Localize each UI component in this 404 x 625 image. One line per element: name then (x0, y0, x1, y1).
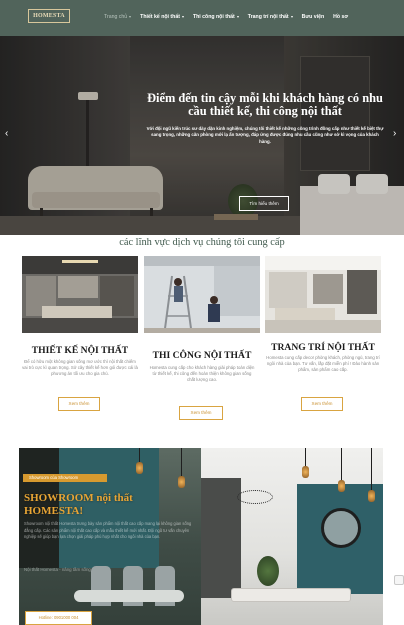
pendant-lamp (178, 476, 185, 488)
service-card-title: THIẾT KẾ NỘI THẤT (31, 345, 129, 356)
pendant-wire (181, 448, 182, 476)
service-card-description: Homesta cung cấp decor phòng khách, phòn… (266, 355, 380, 373)
showroom-section: Showroom của Showroom SHOWROOM nội thất … (19, 448, 383, 625)
chevron-down-icon (181, 16, 184, 18)
top-navigation-bar: HOMESTA Trang chủ Thiết kế nội thất Thi … (0, 0, 404, 36)
kitchen-image (22, 256, 138, 333)
plant (257, 556, 279, 586)
service-card-description: Để có hữu một không gian sống mơ ước thì… (22, 359, 138, 377)
service-image[interactable] (144, 256, 260, 333)
nav-item-label: Thiết kế nội thất (140, 14, 180, 20)
pendant-lamp (136, 462, 143, 474)
nav-item-interior-construction[interactable]: Thi công nội thất (193, 14, 239, 20)
service-card-more-button[interactable]: Xem thêm (179, 406, 223, 420)
service-card-more-button[interactable]: Xem thêm (58, 397, 100, 411)
service-image[interactable] (22, 256, 138, 333)
nav-item-label: Trang trí nội thất (247, 14, 289, 20)
nav-item-interior-design[interactable]: Thiết kế nội thất (140, 14, 184, 20)
service-card-more-button[interactable]: Xem thêm (301, 397, 343, 411)
showroom-image-right (201, 448, 383, 625)
chandelier (237, 490, 273, 504)
service-card-description: Homesta cung cấp cho khách hàng giải phá… (149, 365, 255, 383)
pendant-lamp (302, 466, 309, 478)
pendant-wire (305, 448, 306, 466)
construction-image (144, 256, 260, 333)
nav-item-label: Thi công nội thất (192, 14, 235, 20)
chevron-down-icon (129, 16, 132, 18)
service-card-title: TRANG TRÍ NỘI THẤT (271, 342, 375, 353)
nav-item-profile[interactable]: Hồ sơ (333, 14, 348, 20)
main-nav: Trang chủ Thiết kế nội thất Thi công nội… (104, 14, 357, 20)
chevron-down-icon (236, 16, 239, 18)
pendant-lamp (338, 480, 345, 492)
hero-slider: Điểm đến tin cậy mỗi khi khách hàng có n… (0, 36, 404, 235)
living-room-image (265, 256, 381, 333)
services-section-title: các lĩnh vực dịch vụ chúng tôi cung cấp (119, 237, 285, 248)
showroom-badge: Showroom của Showroom (23, 474, 107, 482)
hero-learn-more-button[interactable]: Tìm hiểu thêm (239, 196, 289, 211)
pendant-wire (341, 448, 342, 480)
pendant-wire (139, 448, 140, 462)
page: HOMESTA Trang chủ Thiết kế nội thất Thi … (0, 0, 404, 625)
nav-item-post-office[interactable]: Bưu viện (302, 14, 325, 20)
dining-table (74, 590, 184, 602)
nav-item-label: Trang chủ (104, 14, 128, 20)
showroom-subtitle: Nội thất Homesta - nâng tầm sống (24, 567, 91, 572)
chevron-left-icon[interactable]: ‹ (5, 129, 8, 139)
showroom-title: SHOWROOM nội thất HOMESTA! (24, 492, 133, 517)
service-card-interior-construction: THI CÔNG NỘI THẤT Homesta cung cấp cho k… (144, 256, 260, 420)
nav-item-label: Hồ sơ (333, 14, 349, 20)
dining-table (231, 588, 351, 602)
hero-description: Với đội ngũ kiến trúc sư dày dặn kinh ng… (146, 126, 384, 144)
nav-item-label: Bưu viện (301, 14, 325, 20)
round-mirror (321, 508, 361, 548)
pendant-wire (371, 448, 372, 490)
chevron-down-icon (290, 16, 293, 18)
hero-title: Điểm đến tin cậy mỗi khi khách hàng có n… (147, 91, 383, 118)
pendant-lamp (368, 490, 375, 502)
logo[interactable]: HOMESTA (28, 9, 70, 23)
nav-item-interior-decoration[interactable]: Trang trí nội thất (248, 14, 293, 20)
chevron-right-icon[interactable]: › (393, 129, 396, 139)
service-card-interior-design: THIẾT KẾ NỘI THẤT Để có hữu một không gi… (22, 256, 138, 411)
hotline-button[interactable]: Hotline: 0901000 004 (25, 611, 92, 625)
nav-item-home[interactable]: Trang chủ (104, 14, 132, 20)
scroll-handle[interactable] (394, 575, 404, 585)
service-image[interactable] (265, 256, 381, 333)
dark-wall (201, 478, 241, 598)
showroom-description: Showroom nội thất Homesta trưng bày sản … (24, 521, 192, 539)
service-card-interior-decoration: TRANG TRÍ NỘI THẤT Homesta cung cấp deco… (265, 256, 381, 411)
service-card-title: THI CÔNG NỘI THẤT (152, 350, 252, 361)
